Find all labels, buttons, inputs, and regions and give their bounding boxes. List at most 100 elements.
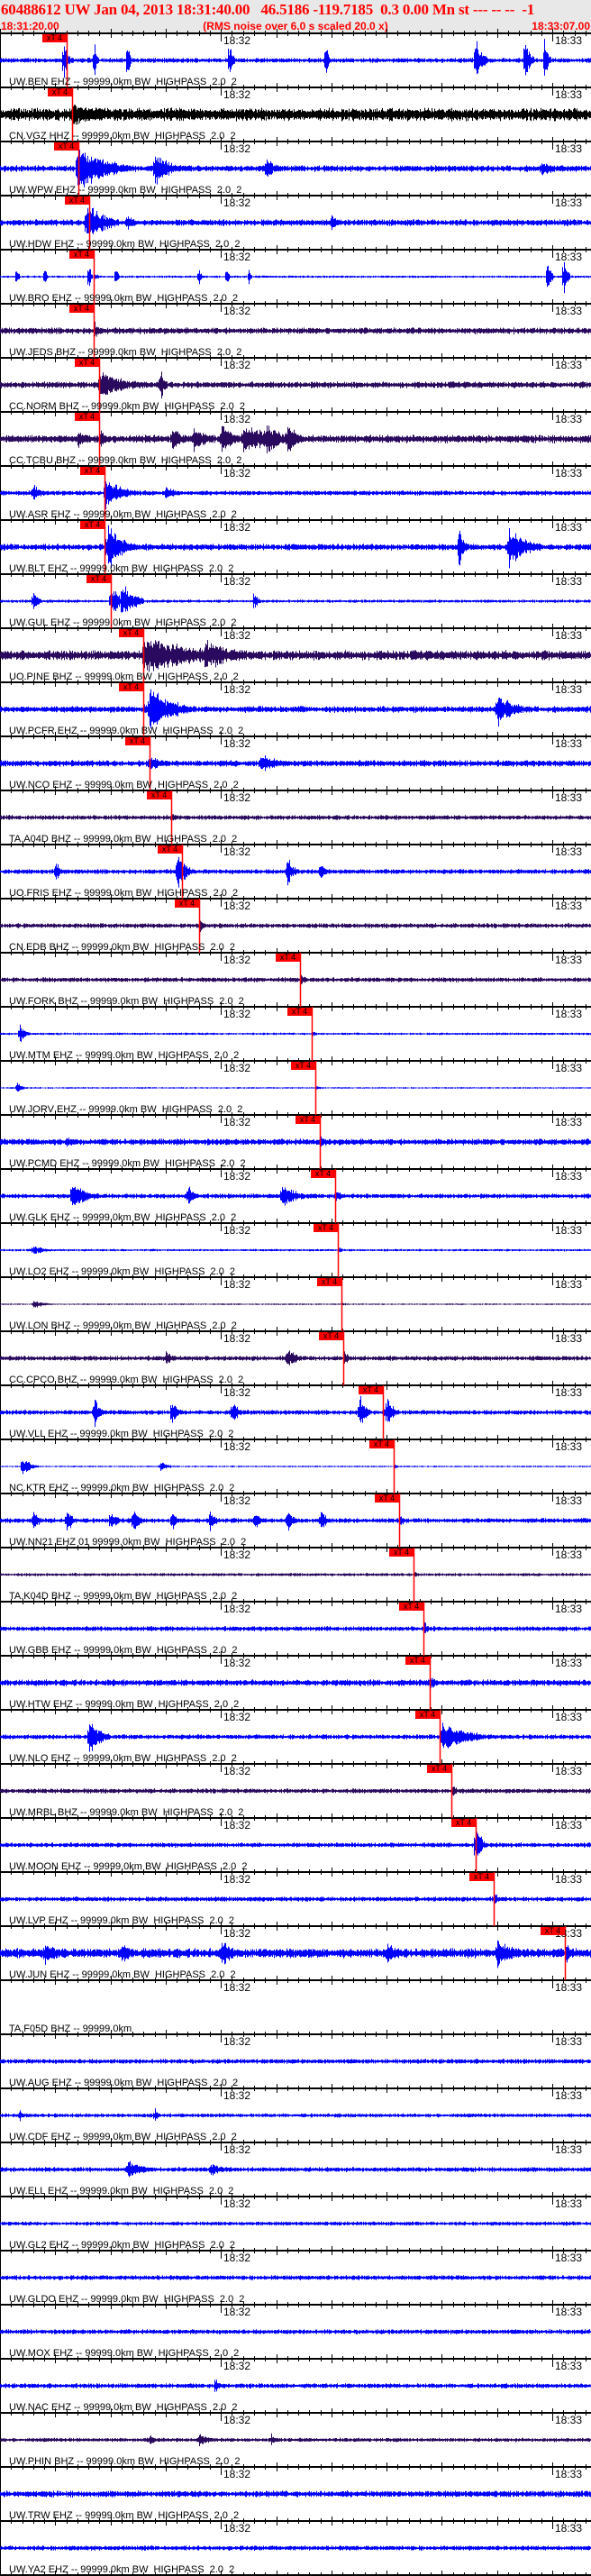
tick-label: 18:32: [223, 1548, 251, 1561]
tick-label: 18:33: [555, 1494, 583, 1507]
tick-label: 18:33: [555, 791, 583, 804]
trace-label: UW.JORV EHZ -- 99999.0km BW HIGHPASS 2.0…: [9, 1104, 243, 1115]
waveform-trace: [0, 425, 591, 453]
tick-label: 18:33: [555, 629, 583, 642]
waveform-trace: [0, 1894, 591, 1905]
pick-marker: xT 4: [54, 142, 78, 151]
waveform-trace: [0, 2059, 591, 2064]
pick-marker: xT 4: [80, 467, 105, 475]
tick-label: 18:32: [223, 1332, 251, 1345]
waveform-trace: [0, 1247, 591, 1254]
waveform-trace: [0, 814, 591, 821]
trace-label: UW.HTW EHZ -- 99999.0km BW HIGHPASS 2.0 …: [9, 1699, 240, 1710]
pick-marker: xT 4: [359, 1386, 383, 1394]
pick-marker: xT 4: [389, 1548, 414, 1557]
trace-label: UW.JEDS BHZ -- 99999.0km BW HIGHPASS 2.0…: [9, 347, 242, 358]
trace-label: UW.BLT EHZ -- 99999.0km BW HIGHPASS 2.0 …: [9, 563, 234, 574]
waveform-trace: [0, 261, 591, 294]
trace-label: CN.VGZ HHZ -- 99999.0km BW HIGHPASS 2.0 …: [9, 131, 236, 142]
tick-label: 18:33: [555, 2252, 583, 2264]
waveform-trace: [0, 1461, 591, 1475]
trace-label: UW.GBB EHZ -- 99999.0km BW HIGHPASS 2.0 …: [9, 1645, 238, 1656]
tick-label: 18:33: [555, 1386, 583, 1399]
pick-marker: xT 4: [75, 413, 99, 421]
tick-label: 18:32: [223, 575, 251, 588]
seismogram-page: 60488612 UW Jan 04, 2013 18:31:40.00 46.…: [0, 0, 591, 2576]
waveform-trace: [0, 582, 591, 613]
waveform-trace: [0, 640, 591, 672]
tick-label: 18:32: [223, 2035, 251, 2048]
tick-label: 18:32: [223, 251, 251, 263]
trace-label: TA.F05D BHZ -- 99999.0km: [9, 2023, 132, 2034]
trace-label: CC.TCBU BHZ -- 99999.0km BW HIGHPASS 2.0…: [9, 455, 242, 466]
tick-label: 18:32: [223, 1711, 251, 1723]
trace-label: UW.PCMD EHZ -- 99999.0km BW HIGHPASS 2.0…: [9, 1158, 246, 1169]
tick-label: 18:32: [223, 1008, 251, 1020]
trace-label: UO.PINE BHZ -- 99999.0km BW HIGHPASS 2.0…: [9, 671, 239, 682]
tick-label: 18:32: [223, 737, 251, 750]
tick-label: 18:33: [555, 34, 583, 47]
tick-label: 18:32: [223, 34, 251, 47]
tick-label: 18:32: [223, 1603, 251, 1615]
tick-label: 18:33: [555, 1008, 583, 1020]
pick-marker: xT 4: [80, 521, 105, 529]
tick-label: 18:33: [555, 845, 583, 858]
pick-marker: xT 4: [158, 845, 182, 854]
tick-label: 18:33: [555, 1278, 583, 1291]
tick-label: 18:32: [223, 467, 251, 480]
tick-label: 18:32: [223, 1494, 251, 1507]
waveform-trace: [0, 2433, 591, 2446]
tick-label: 18:33: [555, 683, 583, 696]
tick-label: 18:32: [223, 1062, 251, 1074]
pick-marker: xT 4: [147, 791, 171, 799]
trace-label: UW.MRBL BHZ -- 99999.0km BW HIGHPASS 2.0…: [9, 1807, 244, 1818]
waveform-trace: [0, 1301, 591, 1308]
trace-label: UW.WPW EHZ -- 99999.0km BW HIGHPASS 2.0 …: [9, 185, 242, 196]
waveform-trace: [0, 1940, 591, 1969]
tick-label: 18:33: [555, 142, 583, 155]
trace-label: UW.NAC EHZ -- 99999.0km BW HIGHPASS 2.0 …: [9, 2402, 238, 2413]
tick-label: 18:32: [223, 629, 251, 642]
waveform-trace: [0, 1395, 591, 1428]
tick-label: 18:32: [223, 142, 251, 155]
waveform-trace: [0, 96, 591, 134]
trace-label: UW.YA2 EHZ -- 99999.0km BW HIGHPASS 2.0 …: [9, 2564, 235, 2575]
tick-label: 18:32: [223, 2306, 251, 2318]
pick-marker: xT 4: [119, 683, 143, 691]
tick-label: 18:32: [223, 2089, 251, 2102]
waveform-trace: [0, 1621, 591, 1633]
tick-label: 18:33: [555, 1332, 583, 1345]
waveform-trace: [0, 1572, 591, 1577]
tick-label: 18:33: [555, 1224, 583, 1237]
waveform-trace: [0, 1082, 591, 1092]
trace-label: UW.ASR EHZ -- 99999.0km BW HIGHPASS 2.0 …: [9, 509, 237, 520]
pick-marker: xT 4: [415, 1711, 440, 1719]
pick-marker: xT 4: [319, 1332, 343, 1340]
tick-label: 18:32: [223, 1170, 251, 1183]
waveform-trace: [0, 755, 591, 772]
tick-label: 18:32: [223, 1278, 251, 1291]
tick-label: 18:33: [555, 2522, 583, 2535]
tick-label: 18:32: [223, 2522, 251, 2535]
tick-label: 18:33: [555, 521, 583, 534]
pick-marker: xT 4: [86, 575, 111, 583]
tick-label: 18:32: [223, 900, 251, 912]
waveform-trace: [0, 2329, 591, 2334]
trace-label: UW.MOON EHZ -- 99999.0km BW HIGHPASS 2.0…: [9, 1861, 248, 1872]
tick-label: 18:33: [555, 1062, 583, 1074]
waveform-trace: [0, 689, 591, 729]
trace-label: UW.JUN EHZ -- 99999.0km BW HIGHPASS 2.0 …: [9, 1969, 236, 1980]
pick-marker: xT 4: [375, 1494, 399, 1503]
pick-marker: xT 4: [451, 1819, 476, 1827]
tick-label: 18:33: [555, 2197, 583, 2210]
tick-label: 18:32: [223, 196, 251, 209]
tick-label: 18:33: [555, 1711, 583, 1723]
trace-label: CC.NORM BHZ -- 99999.0km BW HIGHPASS 2.0…: [9, 401, 246, 412]
waveform-trace: [0, 1722, 591, 1752]
tick-label: 18:33: [555, 2360, 583, 2372]
trace-label: UW.GL2 EHZ -- 99999.0km BW HIGHPASS 2.0 …: [9, 2240, 236, 2251]
trace-label: NC.KTR EHZ -- 99999.0km BW HIGHPASS 2.0 …: [9, 1483, 235, 1494]
tick-label: 18:33: [555, 575, 583, 588]
tick-label: 18:32: [223, 954, 251, 966]
tick-label: 18:32: [223, 2468, 251, 2480]
